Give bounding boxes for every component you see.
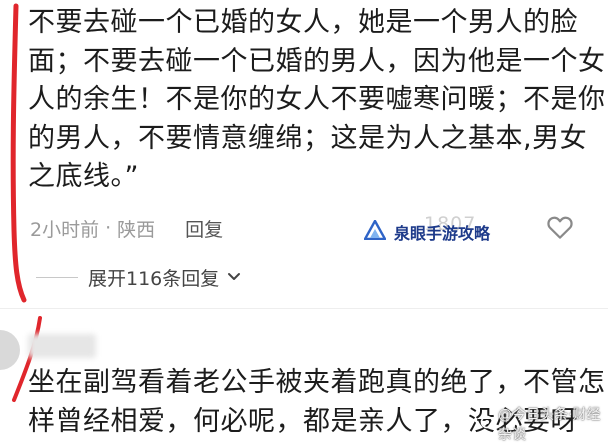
comment-time: 2小时前 — [30, 218, 100, 241]
comment-text-line: 坐在副驾看着老公手被夹着跑真的绝了，不管怎 — [28, 367, 606, 398]
heart-outline-icon[interactable] — [545, 212, 575, 246]
avatar[interactable] — [0, 330, 20, 370]
comment-text-line: 面；不要去碰一个已婚的男人，因为他是一个女 — [28, 45, 606, 77]
expand-replies-label: 展开116条回复 — [88, 268, 220, 290]
chevron-down-icon — [225, 267, 243, 289]
comment-text-line: 不要去碰一个已婚的女人，她是一个男人的脸 — [28, 7, 578, 38]
corner-watermark: @今日头条·财经杂谈 — [480, 404, 608, 444]
triangle-logo-icon — [363, 219, 387, 244]
watermark-text: 泉眼手游攻略 — [394, 224, 491, 243]
comment-meta: 2小时前 · 陕西 回复 — [30, 212, 223, 244]
expand-replies-button[interactable]: 展开116条回复 — [36, 264, 243, 291]
comment-text: 不要去碰一个已婚的女人，她是一个男人的脸 面；不要去碰一个已婚的男人，因为他是一… — [28, 4, 606, 197]
site-watermark: 泉眼手游攻略 — [363, 219, 491, 244]
corner-watermark-text: @今日头条·财经杂谈 — [498, 407, 601, 443]
comment-text-line: 人的余生！不是你的女人不要嘘寒问暖；不是你 — [28, 84, 606, 115]
comment-text-line: 的男人，不要情意缠绵；这是为人之基本,男女 — [28, 122, 588, 154]
meta-separator: · — [105, 217, 112, 239]
comment-divider — [0, 308, 608, 309]
comment-text-line: 之底线。” — [28, 161, 139, 192]
comment-location: 陕西 — [117, 218, 156, 241]
username-blurred[interactable] — [28, 334, 96, 358]
reply-button[interactable]: 回复 — [185, 215, 223, 242]
expand-divider — [36, 277, 78, 278]
watermark-logo-icon — [480, 415, 494, 433]
